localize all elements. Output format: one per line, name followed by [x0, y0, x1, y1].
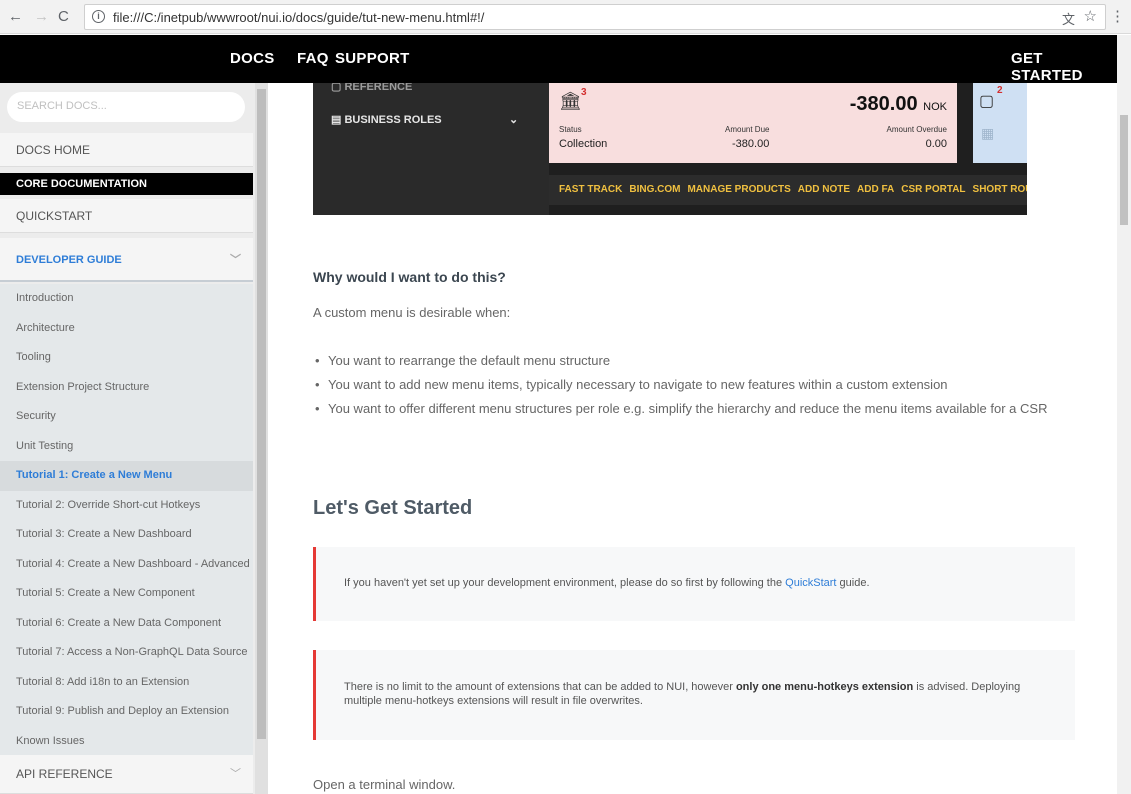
shortcut-item: MANAGE PRODUCTS [687, 184, 791, 195]
sidebar-subitem[interactable]: Tutorial 2: Override Short-cut Hotkeys [0, 490, 253, 520]
terminal-instruction: Open a terminal window. [313, 777, 456, 792]
nav-docs[interactable]: DOCS [230, 50, 275, 67]
why-intro: A custom menu is desirable when: [313, 305, 511, 320]
sidebar-item-developer-guide[interactable]: DEVELOPER GUIDE ﹀ [0, 238, 253, 282]
amount-due-label: Amount Due [725, 125, 770, 134]
address-bar[interactable]: i file:///C:/inetpub/wwwroot/nui.io/docs… [84, 4, 1106, 30]
sidebar-subitem[interactable]: Unit Testing [0, 431, 253, 461]
sidebar-subitem[interactable]: Tutorial 7: Access a Non-GraphQL Data So… [0, 638, 253, 668]
sidebar-subitem[interactable]: Tutorial 5: Create a New Component [0, 579, 253, 609]
callout-text-end: guide. [836, 577, 870, 589]
sidebar-subitem[interactable]: Introduction [0, 284, 253, 314]
callout-warning: There is no limit to the amount of exten… [313, 650, 1075, 740]
nav-get-started[interactable]: GET STARTED [1011, 50, 1117, 84]
app-screenshot: ▢ REFERENCE ▤ BUSINESS ROLES ⌄ 🏛 3 -380.… [313, 83, 1027, 215]
sidebar-subitem[interactable]: Known Issues [0, 726, 253, 756]
status-value: Collection [559, 138, 608, 150]
bank-icon: 🏛 [559, 91, 582, 111]
browser-menu-icon[interactable]: ⋮ [1110, 7, 1125, 25]
forward-arrow-icon[interactable]: → [34, 8, 49, 25]
calendar-icon: ▦ [981, 125, 995, 141]
info-icon[interactable]: i [92, 10, 105, 23]
list-item: You want to offer different menu structu… [313, 397, 1083, 421]
quickstart-link[interactable]: QuickStart [785, 577, 836, 589]
sidebar-subitem[interactable]: Tutorial 6: Create a New Data Component [0, 608, 253, 638]
sidebar-subitem[interactable]: Tooling [0, 343, 253, 373]
lets-get-started-heading: Let's Get Started [313, 497, 473, 519]
search-input[interactable]: SEARCH DOCS... [7, 92, 245, 122]
screenshot-menu-reference: ▢ REFERENCE [331, 83, 413, 93]
sidebar-scrollbar[interactable] [255, 83, 268, 794]
callout-bold-text: only one menu-hotkeys extension [735, 681, 914, 693]
amount-value: -380.00 NOK [849, 93, 947, 115]
browser-toolbar: ← → C i file:///C:/inetpub/wwwroot/nui.i… [0, 0, 1131, 34]
reasons-list: You want to rearrange the default menu s… [313, 349, 1083, 421]
bookmark-star-icon[interactable]: ☆ [1084, 7, 1097, 25]
sidebar-subitem[interactable]: Tutorial 1: Create a New Menu [0, 461, 253, 491]
shortcut-item: CSR PORTAL [901, 184, 966, 195]
callout-quickstart: If you haven't yet set up your developme… [313, 547, 1075, 621]
sidebar-item-quickstart[interactable]: QUICKSTART [0, 199, 253, 233]
sidebar-subitem[interactable]: Extension Project Structure [0, 372, 253, 402]
secondary-card: ▢ 2 ▦ [973, 83, 1027, 163]
chevron-down-icon: ⌄ [509, 114, 519, 126]
amount-overdue-label: Amount Overdue [886, 125, 947, 134]
sidebar: SEARCH DOCS... DOCS HOME CORE DOCUMENTAT… [0, 83, 268, 794]
developer-guide-label: DEVELOPER GUIDE [16, 254, 122, 266]
sidebar-item-api-reference[interactable]: API REFERENCE ﹀ [0, 755, 253, 794]
api-reference-label: API REFERENCE [16, 767, 113, 781]
badge-count: 2 [997, 85, 1003, 96]
sidebar-subitem[interactable]: Security [0, 402, 253, 432]
status-label: Status [559, 125, 582, 134]
account-card: 🏛 3 -380.00 NOK Status Collection Amount… [549, 83, 957, 163]
amount-overdue-value: 0.00 [925, 138, 947, 150]
translate-icon[interactable]: 文 [1062, 9, 1075, 28]
back-arrow-icon[interactable]: ← [8, 8, 23, 25]
list-item: You want to rearrange the default menu s… [313, 349, 1083, 373]
screenshot-left-menu: ▢ REFERENCE ▤ BUSINESS ROLES ⌄ [313, 83, 549, 215]
nav-faq[interactable]: FAQ [297, 50, 329, 67]
chevron-down-icon: ﹀ [230, 254, 241, 266]
shortcut-item: ADD NOTE [797, 184, 851, 195]
shortcut-item: ADD FA [857, 184, 895, 195]
sidebar-subitem[interactable]: Tutorial 8: Add i18n to an Extension [0, 667, 253, 697]
sidebar-subitem[interactable]: Tutorial 4: Create a New Dashboard - Adv… [0, 549, 253, 579]
document-icon: ▢ [979, 93, 995, 110]
reload-icon[interactable]: C [58, 8, 69, 25]
sidebar-item-docs-home[interactable]: DOCS HOME [0, 133, 253, 167]
sidebar-subitem[interactable]: Architecture [0, 313, 253, 343]
main-content: ▢ REFERENCE ▤ BUSINESS ROLES ⌄ 🏛 3 -380.… [268, 83, 1117, 794]
callout-text: If you haven't yet set up your developme… [344, 577, 786, 589]
list-item: You want to add new menu items, typicall… [313, 373, 1083, 397]
page-scrollbar-thumb[interactable] [1120, 115, 1128, 225]
shortcut-item: BING.COM [629, 184, 681, 195]
amount-due-value: -380.00 [732, 138, 770, 150]
sidebar-subitem[interactable]: Tutorial 3: Create a New Dashboard [0, 520, 253, 550]
badge-count: 3 [581, 87, 587, 98]
chevron-down-icon: ﹀ [230, 768, 241, 780]
top-navigation: DOCS FAQ SUPPORT GET STARTED [0, 35, 1117, 84]
shortcut-item: FAST TRACK [559, 184, 623, 195]
sidebar-item-core-documentation[interactable]: CORE DOCUMENTATION [0, 173, 253, 195]
url-text[interactable]: file:///C:/inetpub/wwwroot/nui.io/docs/g… [113, 10, 484, 25]
shortcut-bar: FAST TRACK BING.COM MANAGE PRODUCTS ADD NOT… [549, 175, 1027, 205]
screenshot-menu-business-roles: ▤ BUSINESS ROLES [331, 114, 442, 126]
callout-text: There is no limit to the amount of exten… [344, 681, 736, 693]
shortcut-item: SHORT ROU [972, 184, 1027, 195]
why-heading: Why would I want to do this? [313, 269, 506, 285]
page-scrollbar[interactable] [1117, 35, 1131, 794]
nav-support[interactable]: SUPPORT [335, 50, 410, 67]
sidebar-scrollbar-thumb[interactable] [257, 89, 266, 739]
sidebar-subitem[interactable]: Tutorial 9: Publish and Deploy an Extens… [0, 697, 253, 727]
